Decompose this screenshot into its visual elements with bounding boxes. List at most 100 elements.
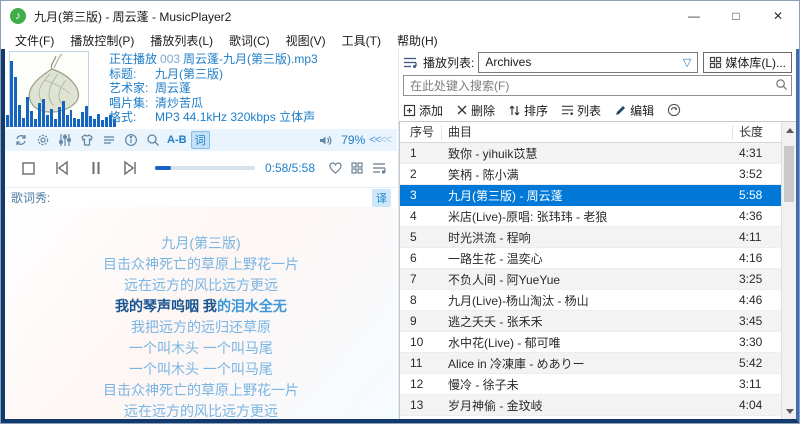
cell-track-title: 慢冷 - 徐子未 bbox=[448, 377, 519, 392]
cell-track-title: 水中花(Live) - 郁可唯 bbox=[448, 335, 561, 350]
playlist-row[interactable]: 4 米店(Live)-原唱: 张玮玮 - 老狼 4:36 bbox=[400, 206, 781, 227]
menu-item[interactable]: 文件(F) bbox=[7, 30, 62, 51]
translate-button[interactable]: 译 bbox=[372, 188, 391, 207]
playlist-row[interactable]: 7 不负人间 - 阿YueYue 3:25 bbox=[400, 269, 781, 290]
menu-item[interactable]: 工具(T) bbox=[334, 30, 389, 51]
playlist-row[interactable]: 9 逃之夭夭 - 张禾禾 3:45 bbox=[400, 311, 781, 332]
pause-button[interactable] bbox=[81, 156, 111, 180]
edit-button[interactable]: 编辑 bbox=[614, 102, 654, 119]
playlist-row[interactable]: 1 致你 - yihuik苡慧 4:31 bbox=[400, 143, 781, 164]
refresh-button[interactable] bbox=[667, 103, 684, 117]
playlist-row-selected[interactable]: 3 九月(第三版) - 周云蓬 5:58 bbox=[400, 185, 781, 206]
media-library-grid-icon bbox=[710, 56, 722, 68]
cell-track-length: 3:30 bbox=[739, 335, 763, 349]
collapse-panel-button[interactable]: <<<< bbox=[369, 134, 392, 146]
menu-item[interactable]: 帮助(H) bbox=[389, 30, 446, 51]
playlist-table-header[interactable]: 序号 曲目 长度 bbox=[400, 122, 781, 143]
cell-track-no: 1 bbox=[410, 146, 417, 160]
playlist-toolbar: 添加 删除 排序 列表 编辑 bbox=[403, 99, 792, 121]
track-number: 003 bbox=[160, 52, 181, 66]
menu-item[interactable]: 歌词(C) bbox=[221, 30, 278, 51]
search-icon[interactable] bbox=[775, 78, 788, 96]
menu-item[interactable]: 视图(V) bbox=[278, 30, 334, 51]
track-meta: 正在播放 003 周云蓬-九月(第三版).mp3 标题: 九月(第三版) 艺术家: 周云蓬… bbox=[109, 52, 395, 125]
playlist-row[interactable]: 14是你想成为的大人吗 - 长谦5:21 bbox=[400, 416, 781, 419]
skin-shirt-icon[interactable] bbox=[77, 132, 97, 148]
ab-repeat-button[interactable]: A-B bbox=[167, 134, 187, 146]
lyrics-header: 歌词秀: 译 bbox=[5, 187, 397, 207]
delete-button[interactable]: 删除 bbox=[456, 102, 495, 119]
scroll-up-arrow-icon[interactable] bbox=[782, 122, 796, 138]
playlist-row[interactable]: 12 慢冷 - 徐子未 3:11 bbox=[400, 374, 781, 395]
search-input[interactable] bbox=[403, 75, 792, 96]
playlist-label: 播放列表: bbox=[423, 55, 475, 70]
grid-view-icon[interactable] bbox=[347, 159, 367, 177]
menu-item[interactable]: 播放控制(P) bbox=[62, 30, 142, 51]
lyric-line-current: 我的琴声呜咽 我的泪水全无 bbox=[5, 296, 397, 317]
progress-bar[interactable] bbox=[155, 166, 255, 170]
minimize-button[interactable]: — bbox=[673, 1, 715, 31]
cell-track-length: 3:45 bbox=[739, 314, 763, 328]
cell-track-no: 10 bbox=[410, 335, 424, 349]
meta-fields: 标题: 九月(第三版) 艺术家: 周云蓬 唱片集: 清炒苦瓜 格式: MP3 44.1kHz … bbox=[109, 67, 395, 125]
menu-bar: 文件(F) 播放控制(P) 播放列表(L) 歌词(C) 视图(V) 工具(T) 帮助(H) bbox=[1, 31, 799, 51]
progress-fill bbox=[155, 166, 171, 170]
playlist-scrollbar[interactable] bbox=[781, 122, 796, 419]
cell-track-length: 4:16 bbox=[739, 251, 763, 265]
equalizer-icon[interactable] bbox=[55, 132, 75, 148]
previous-button[interactable] bbox=[47, 156, 77, 180]
playlist-row[interactable]: 5 时光洪流 - 程响 4:11 bbox=[400, 227, 781, 248]
sort-button[interactable]: 排序 bbox=[508, 102, 548, 119]
playlist-row[interactable]: 11 Alice in 冷凍庫 - めありー 5:42 bbox=[400, 353, 781, 374]
playlist-row[interactable]: 6 一路生花 - 温奕心 4:16 bbox=[400, 248, 781, 269]
window-title: 九月(第三版) - 周云蓬 - MusicPlayer2 bbox=[34, 9, 232, 24]
column-header-length[interactable]: 长度 bbox=[733, 125, 781, 140]
list-button[interactable]: 列表 bbox=[561, 102, 601, 119]
cell-track-title: 是你想成为的大人吗 - 长谦 bbox=[442, 418, 733, 420]
settings-gear-icon[interactable] bbox=[33, 132, 53, 148]
playlist-row[interactable]: 13 岁月神偷 - 金玟岐 4:04 bbox=[400, 395, 781, 416]
add-icon bbox=[403, 104, 416, 116]
volume-icon[interactable] bbox=[315, 132, 335, 148]
add-button[interactable]: 添加 bbox=[403, 102, 443, 119]
spectrum-bar bbox=[93, 119, 97, 127]
transport-row: 0:58/5:58 bbox=[5, 151, 397, 185]
cell-track-title: 致你 - yihuik苡慧 bbox=[448, 146, 538, 161]
loop-mode-icon[interactable] bbox=[11, 132, 31, 148]
lyric-line: 我把远方的远归还草原 bbox=[131, 319, 271, 335]
playlist-row[interactable]: 10 水中花(Live) - 郁可唯 3:30 bbox=[400, 332, 781, 353]
menu-item[interactable]: 播放列表(L) bbox=[142, 30, 221, 51]
search-icon[interactable] bbox=[143, 132, 163, 148]
list-icon bbox=[561, 105, 574, 116]
meta-field-row: 标题: 九月(第三版) bbox=[109, 67, 395, 82]
cell-track-length: 3:25 bbox=[739, 272, 763, 286]
now-playing-label: 正在播放 bbox=[109, 52, 158, 66]
lyrics-display[interactable]: 九月(第三版) 目击众神死亡的草原上野花一片 远在远方的风比远方更远 我的琴声呜咽 我… bbox=[5, 207, 397, 419]
spectrum-bar bbox=[105, 117, 109, 127]
maximize-button[interactable]: □ bbox=[715, 1, 757, 31]
heart-favorite-icon[interactable] bbox=[325, 159, 345, 177]
chevron-down-icon: ▽ bbox=[682, 56, 692, 69]
cell-track-length: 4:11 bbox=[739, 230, 762, 244]
playlist-dropdown[interactable]: Archives ▽ bbox=[478, 51, 699, 73]
stop-button[interactable] bbox=[13, 156, 43, 180]
playlist-table-body: 1 致你 - yihuik苡慧 4:31 2 笑柄 - 陈小满 3:52 3 九月(第三版) … bbox=[400, 143, 781, 419]
info-icon[interactable] bbox=[121, 132, 141, 148]
cell-track-title: 岁月神偷 - 金玟岐 bbox=[448, 398, 543, 413]
playlist-row[interactable]: 8 九月(Live)-杨山淘汰 - 杨山 4:46 bbox=[400, 290, 781, 311]
media-library-button[interactable]: 媒体库(L)... bbox=[703, 51, 792, 73]
close-button[interactable]: ✕ bbox=[757, 1, 799, 31]
column-header-title[interactable]: 曲目 bbox=[442, 124, 733, 140]
scroll-down-arrow-icon[interactable] bbox=[782, 403, 796, 419]
scrollbar-thumb[interactable] bbox=[784, 146, 794, 202]
next-button[interactable] bbox=[115, 156, 145, 180]
sound-effect-icon[interactable] bbox=[99, 132, 119, 148]
playlist-row[interactable]: 2 笑柄 - 陈小满 3:52 bbox=[400, 164, 781, 185]
desktop-lyric-toggle[interactable]: 词 bbox=[190, 131, 210, 149]
column-header-no[interactable]: 序号 bbox=[400, 124, 442, 140]
title-bar[interactable]: ♪ 九月(第三版) - 周云蓬 - MusicPlayer2 — □ ✕ bbox=[1, 1, 799, 31]
cell-track-length: 5:42 bbox=[739, 356, 763, 370]
meta-field-value: 九月(第三版) bbox=[155, 66, 223, 81]
playlist-panel: 播放列表: Archives ▽ 媒体库(L)... 在此处键入搜索(F) 添加… bbox=[398, 49, 796, 419]
playlist-toggle-icon[interactable] bbox=[369, 159, 389, 177]
